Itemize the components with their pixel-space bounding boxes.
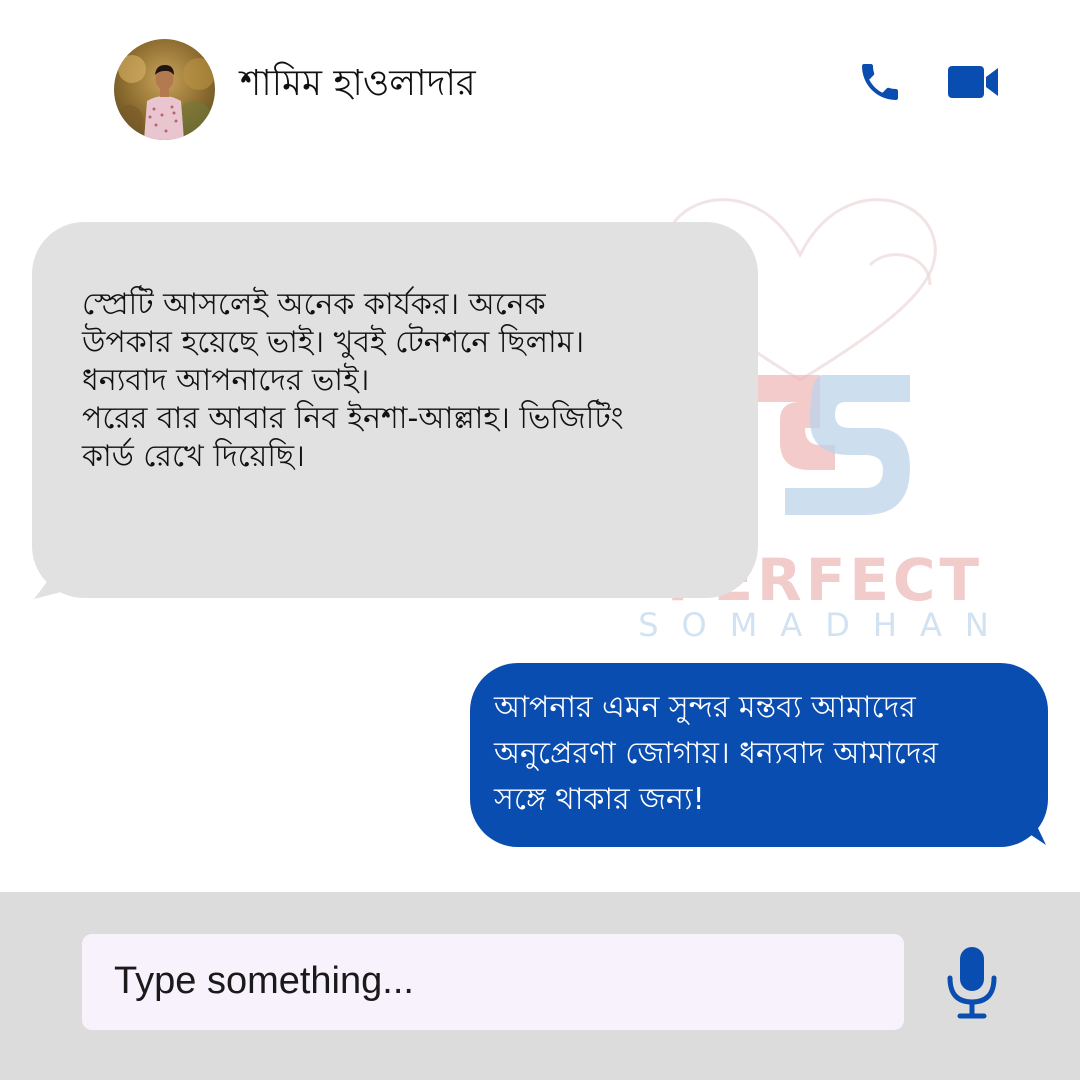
message-input[interactable]: Type something... <box>82 934 904 1030</box>
message-line: কার্ড রেখে দিয়েছি। <box>82 439 305 474</box>
phone-icon[interactable] <box>856 58 904 106</box>
message-line: স্প্রেটি আসলেই অনেক কার্যকর। অনেক <box>82 287 546 322</box>
chat-header: শামিম হাওলাদার <box>0 0 1080 170</box>
message-line: আপনার এমন সুন্দর মন্তব্য আমাদের <box>494 690 916 725</box>
incoming-bubble-tail <box>32 562 92 606</box>
message-line: ধন্যবাদ আপনাদের ভাই। <box>82 363 370 398</box>
message-line: উপকার হয়েছে ভাই। খুবই টেনশনে ছিলাম। <box>82 325 585 360</box>
microphone-icon[interactable] <box>942 944 1002 1020</box>
outgoing-message-text: আপনার এমন সুন্দর মন্তব্য আমাদের অনুপ্রের… <box>494 685 1034 823</box>
composer-bar: Type something... <box>0 892 1080 1080</box>
video-camera-icon[interactable] <box>946 60 1002 104</box>
contact-name: শামিম হাওলাদার <box>240 63 476 104</box>
avatar[interactable] <box>114 39 215 140</box>
watermark-brand-line2: SOMADHAN <box>638 606 1012 644</box>
incoming-message-text: স্প্রেটি আসলেই অনেক কার্যকর। অনেক উপকার … <box>82 286 742 476</box>
message-line: সঙ্গে থাকার জন্য! <box>494 782 705 817</box>
message-line: অনুপ্রেরণা জোগায়। ধন্যবাদ আমাদের <box>494 736 939 771</box>
message-line: পরের বার আবার নিব ইনশা-আল্লাহ। ভিজিটিং <box>82 401 624 436</box>
message-input-placeholder: Type something... <box>114 960 414 1002</box>
